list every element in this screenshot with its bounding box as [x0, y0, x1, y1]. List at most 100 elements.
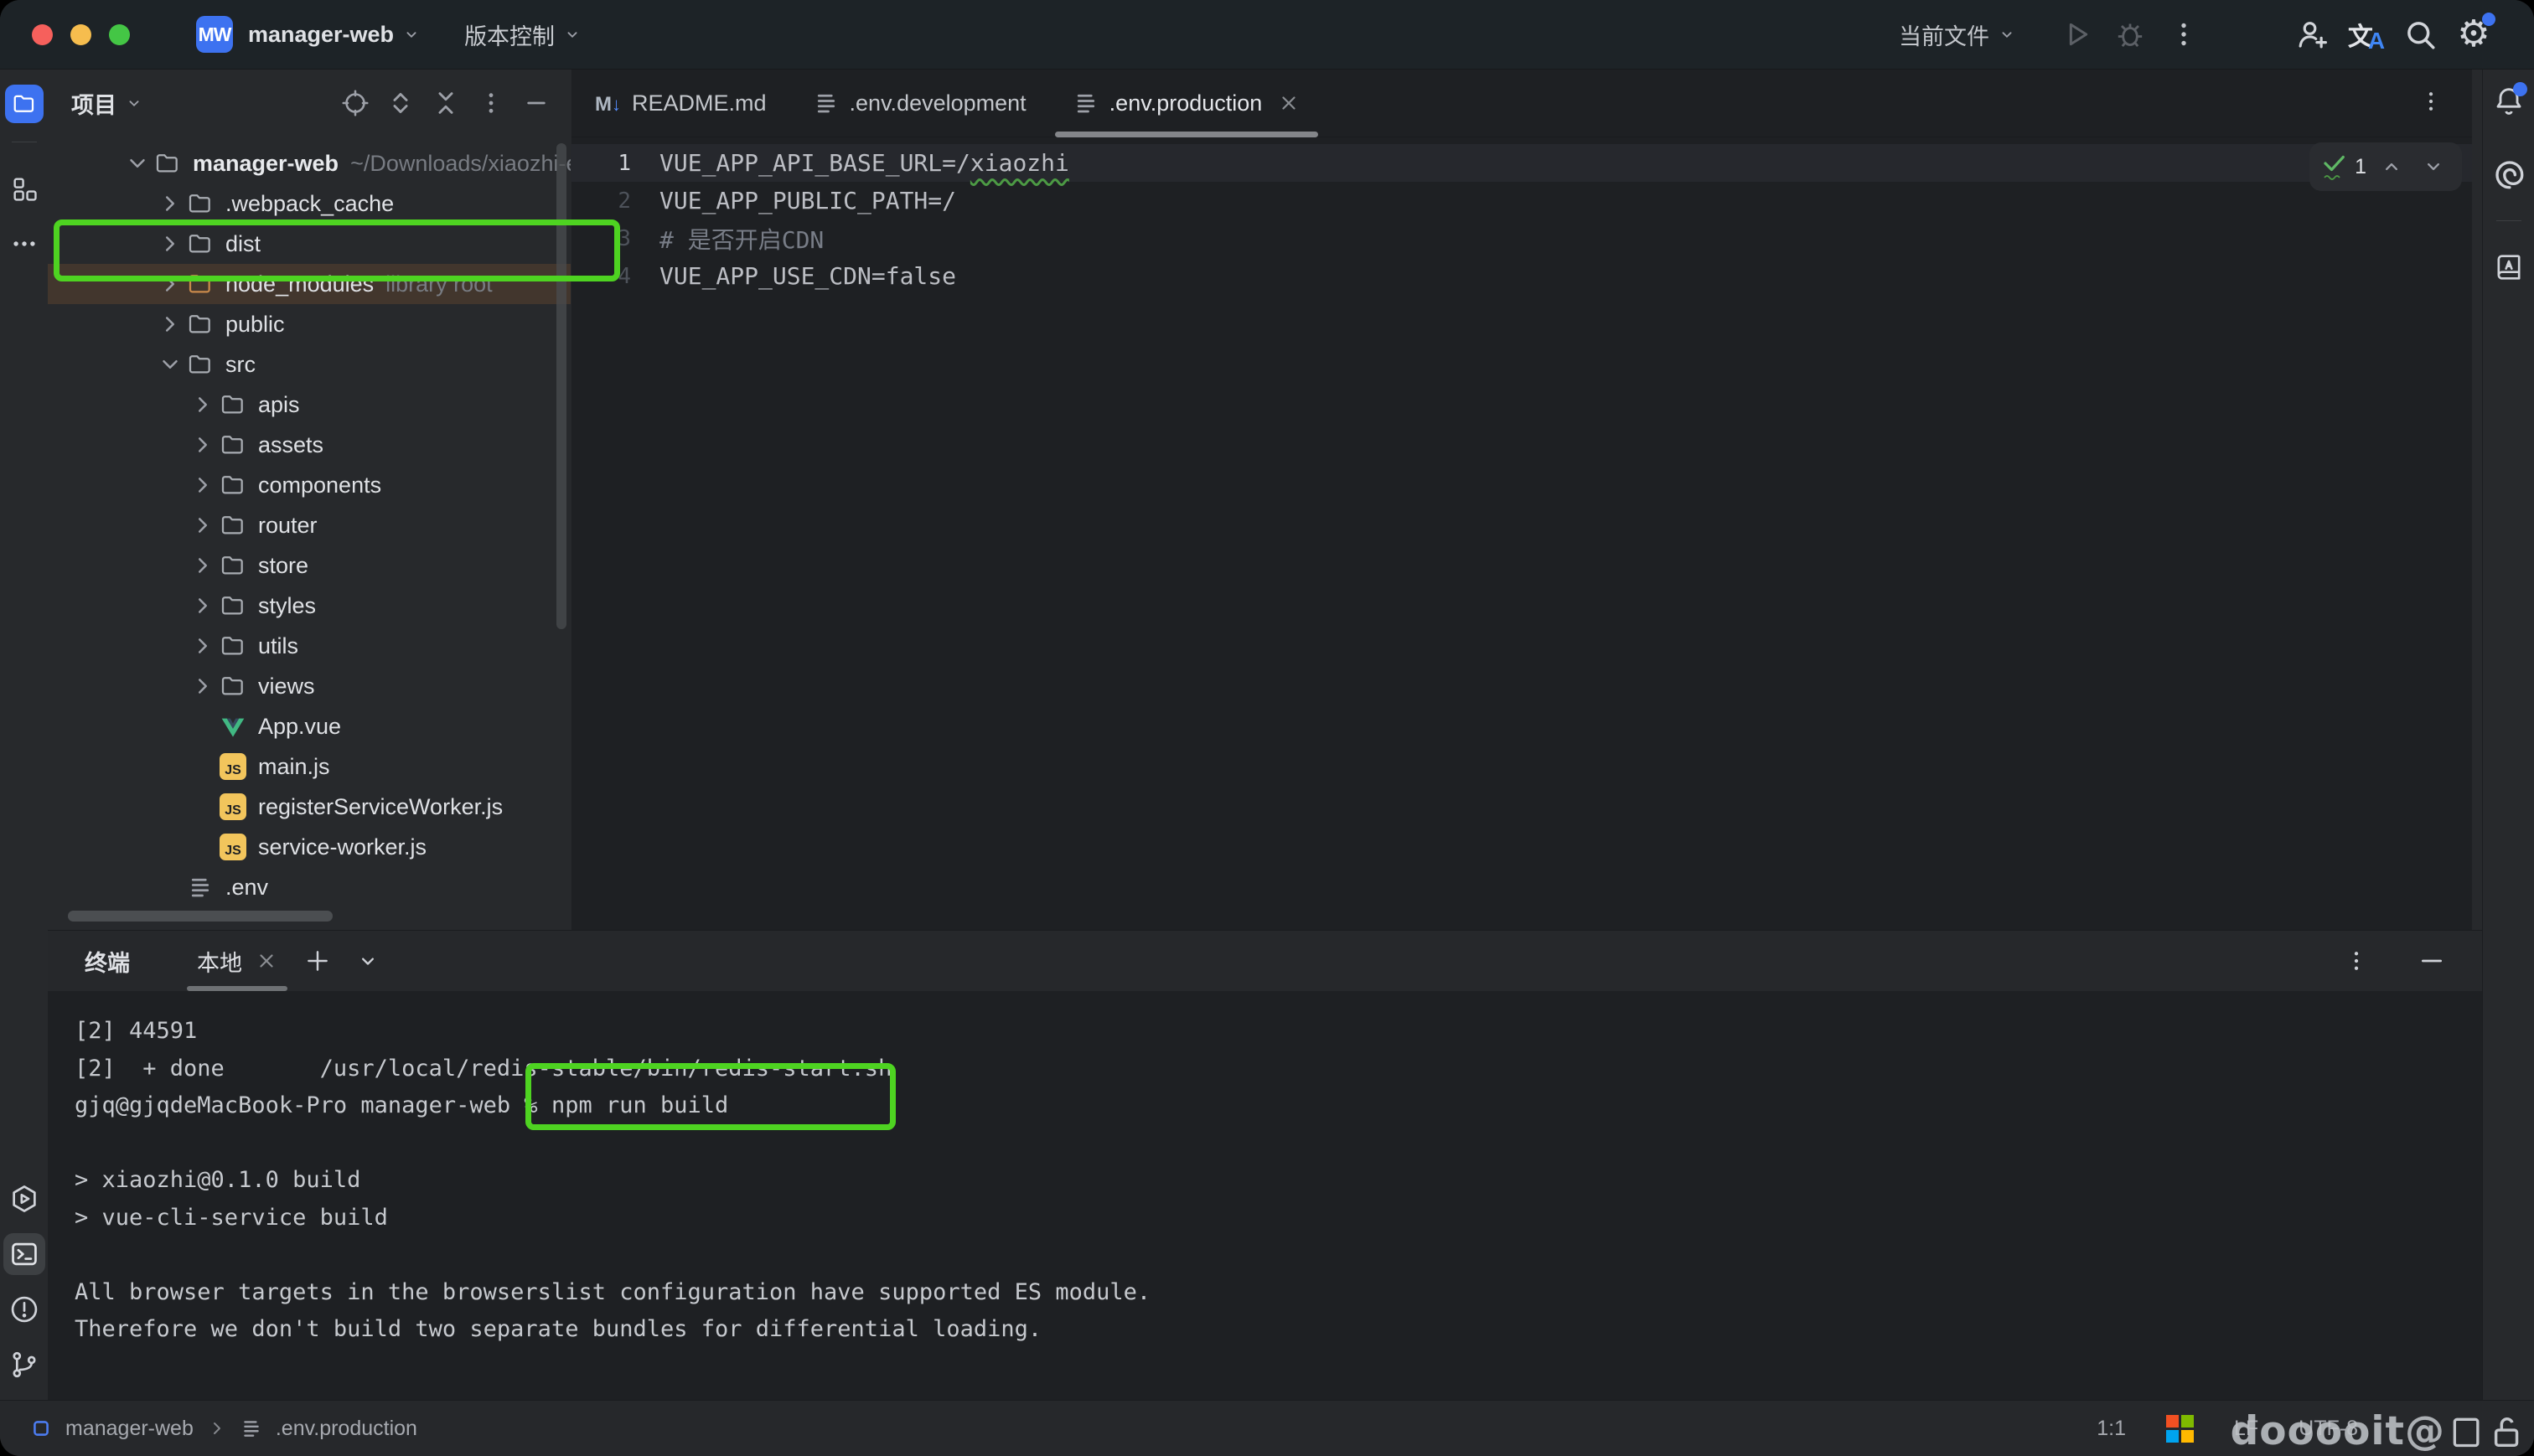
locate-file-button[interactable]: [336, 84, 375, 122]
editor-tab-README.md[interactable]: M↓README.md: [571, 70, 790, 137]
project-panel-title[interactable]: 项目: [71, 87, 116, 120]
close-window-button[interactable]: [32, 24, 53, 45]
chevron-right-icon[interactable]: [154, 271, 186, 297]
more-tool-windows-button[interactable]: [3, 223, 45, 265]
title-bar: MW manager-web 版本控制 当前文件 文 A: [0, 0, 2534, 70]
chevron-right-icon[interactable]: [154, 191, 186, 216]
editor-line-2[interactable]: 2VUE_APP_PUBLIC_PATH=/: [571, 182, 2472, 219]
tree-item-styles[interactable]: styles: [48, 586, 571, 626]
folder-icon: [186, 350, 215, 379]
translate-button[interactable]: 文 A: [2340, 12, 2393, 57]
editor-line-1[interactable]: 1VUE_APP_API_BASE_URL=/xiaozhi: [571, 144, 2472, 182]
ai-assistant-button[interactable]: [2488, 153, 2530, 195]
tree-item-App.vue[interactable]: App.vue: [48, 706, 571, 746]
chevron-right-icon[interactable]: [187, 674, 219, 699]
tree-item-label: utils: [258, 633, 298, 659]
caret-position[interactable]: 1:1: [2097, 1417, 2126, 1441]
chevron-down-icon[interactable]: [122, 151, 153, 176]
breadcrumb-chevron-icon: [207, 1418, 227, 1438]
project-icon[interactable]: MW: [196, 16, 233, 53]
tree-item-public[interactable]: public: [48, 304, 571, 344]
chevron-right-icon[interactable]: [187, 472, 219, 498]
vcs-menu[interactable]: 版本控制: [464, 18, 555, 51]
services-tool-window-button[interactable]: [3, 1178, 45, 1220]
terminal-more-options-button[interactable]: [2335, 939, 2378, 983]
close-icon[interactable]: [256, 950, 277, 972]
chevron-right-icon[interactable]: [187, 633, 219, 658]
run-button[interactable]: [2050, 12, 2103, 57]
terminal-output[interactable]: [2] 44591[2] + done /usr/local/redis-sta…: [48, 991, 2482, 1349]
tree-item-node_modules[interactable]: node_moduleslibrary root: [48, 264, 571, 304]
tree-item-src[interactable]: src: [48, 344, 571, 385]
structure-tool-window-button[interactable]: [3, 168, 45, 209]
problems-tool-window-button[interactable]: [3, 1288, 45, 1330]
tree-horizontal-scrollbar[interactable]: [68, 911, 333, 922]
previous-problem-button[interactable]: [2375, 150, 2408, 183]
next-problem-button[interactable]: [2417, 150, 2450, 183]
tab-list-more-button[interactable]: [2418, 89, 2444, 118]
search-everywhere-button[interactable]: [2393, 12, 2447, 57]
tree-item-assets[interactable]: assets: [48, 425, 571, 465]
tree-vertical-scrollbar[interactable]: [556, 143, 566, 629]
hide-terminal-button[interactable]: [2410, 939, 2454, 983]
project-name-menu[interactable]: manager-web: [248, 22, 394, 48]
terminal-tab-dropdown-button[interactable]: [346, 939, 390, 983]
tree-item-dist[interactable]: dist: [48, 224, 571, 264]
tree-item-.webpack_cache[interactable]: .webpack_cache: [48, 183, 571, 224]
tab-label: README.md: [632, 90, 767, 116]
chevron-right-icon[interactable]: [187, 392, 219, 417]
tree-item-router[interactable]: router: [48, 505, 571, 545]
terminal-command[interactable]: npm run build: [551, 1092, 728, 1118]
chevron-right-icon[interactable]: [187, 432, 219, 457]
microsoft-plugin-icon[interactable]: [2166, 1415, 2194, 1443]
tree-item-main.js[interactable]: JSmain.js: [48, 746, 571, 787]
status-file-name[interactable]: .env.production: [276, 1417, 417, 1441]
left-activity-bar: [0, 70, 49, 1401]
tree-item-registerServiceWorker.js[interactable]: JSregisterServiceWorker.js: [48, 787, 571, 827]
tree-item-store[interactable]: store: [48, 545, 571, 586]
expand-all-button[interactable]: [381, 84, 420, 122]
tree-item-components[interactable]: components: [48, 465, 571, 505]
collapse-all-button[interactable]: [427, 84, 465, 122]
settings-button[interactable]: ⚙: [2447, 12, 2500, 57]
chevron-right-icon[interactable]: [154, 312, 186, 337]
version-control-tool-window-button[interactable]: [3, 1344, 45, 1386]
zoom-window-button[interactable]: [109, 24, 130, 45]
tree-item-manager-web[interactable]: manager-web~/Downloads/xiaozhi-e: [48, 143, 571, 183]
hide-panel-button[interactable]: [517, 84, 556, 122]
tree-item-views[interactable]: views: [48, 666, 571, 706]
debug-button[interactable]: [2103, 12, 2157, 57]
js-file-icon: JS: [219, 793, 247, 821]
new-terminal-tab-button[interactable]: [296, 939, 339, 983]
editor-line-4[interactable]: 4VUE_APP_USE_CDN=false: [571, 257, 2472, 295]
tree-item-.env[interactable]: .env: [48, 867, 571, 907]
terminal-tab-local[interactable]: 本地: [185, 931, 289, 991]
chevron-right-icon[interactable]: [187, 513, 219, 538]
editor-tab-.env.production[interactable]: .env.production: [1050, 70, 1324, 137]
notifications-button[interactable]: [2488, 81, 2530, 123]
terminal-tool-window-button[interactable]: [3, 1233, 45, 1275]
project-tool-window-button[interactable]: [5, 85, 44, 123]
code-with-me-button[interactable]: [2286, 12, 2340, 57]
close-tab-button[interactable]: [1278, 92, 1300, 114]
inspections-widget[interactable]: 1: [2309, 142, 2462, 191]
tree-item-apis[interactable]: apis: [48, 385, 571, 425]
chevron-right-icon[interactable]: [154, 231, 186, 256]
editor-content[interactable]: 1VUE_APP_API_BASE_URL=/xiaozhi2VUE_APP_P…: [571, 137, 2472, 295]
chevron-right-icon[interactable]: [187, 593, 219, 618]
dictionary-button[interactable]: [2488, 246, 2530, 288]
more-actions-button[interactable]: [2157, 12, 2211, 57]
run-configuration-selector[interactable]: 当前文件: [1899, 18, 2016, 51]
tree-item-utils[interactable]: utils: [48, 626, 571, 666]
terminal-title[interactable]: 终端: [85, 945, 130, 978]
editor-line-3[interactable]: 3# 是否开启CDN: [571, 219, 2472, 257]
editor-tab-.env.development[interactable]: .env.development: [790, 70, 1050, 137]
more-options-button[interactable]: [472, 84, 510, 122]
chevron-right-icon[interactable]: [187, 553, 219, 578]
chevron-down-icon[interactable]: [154, 352, 186, 377]
tree-item-suffix: ~/Downloads/xiaozhi-e: [350, 151, 571, 177]
minimize-window-button[interactable]: [70, 24, 91, 45]
status-project-name[interactable]: manager-web: [65, 1417, 194, 1441]
tree-item-service-worker.js[interactable]: JSservice-worker.js: [48, 827, 571, 867]
project-panel-header: 项目: [48, 70, 571, 137]
